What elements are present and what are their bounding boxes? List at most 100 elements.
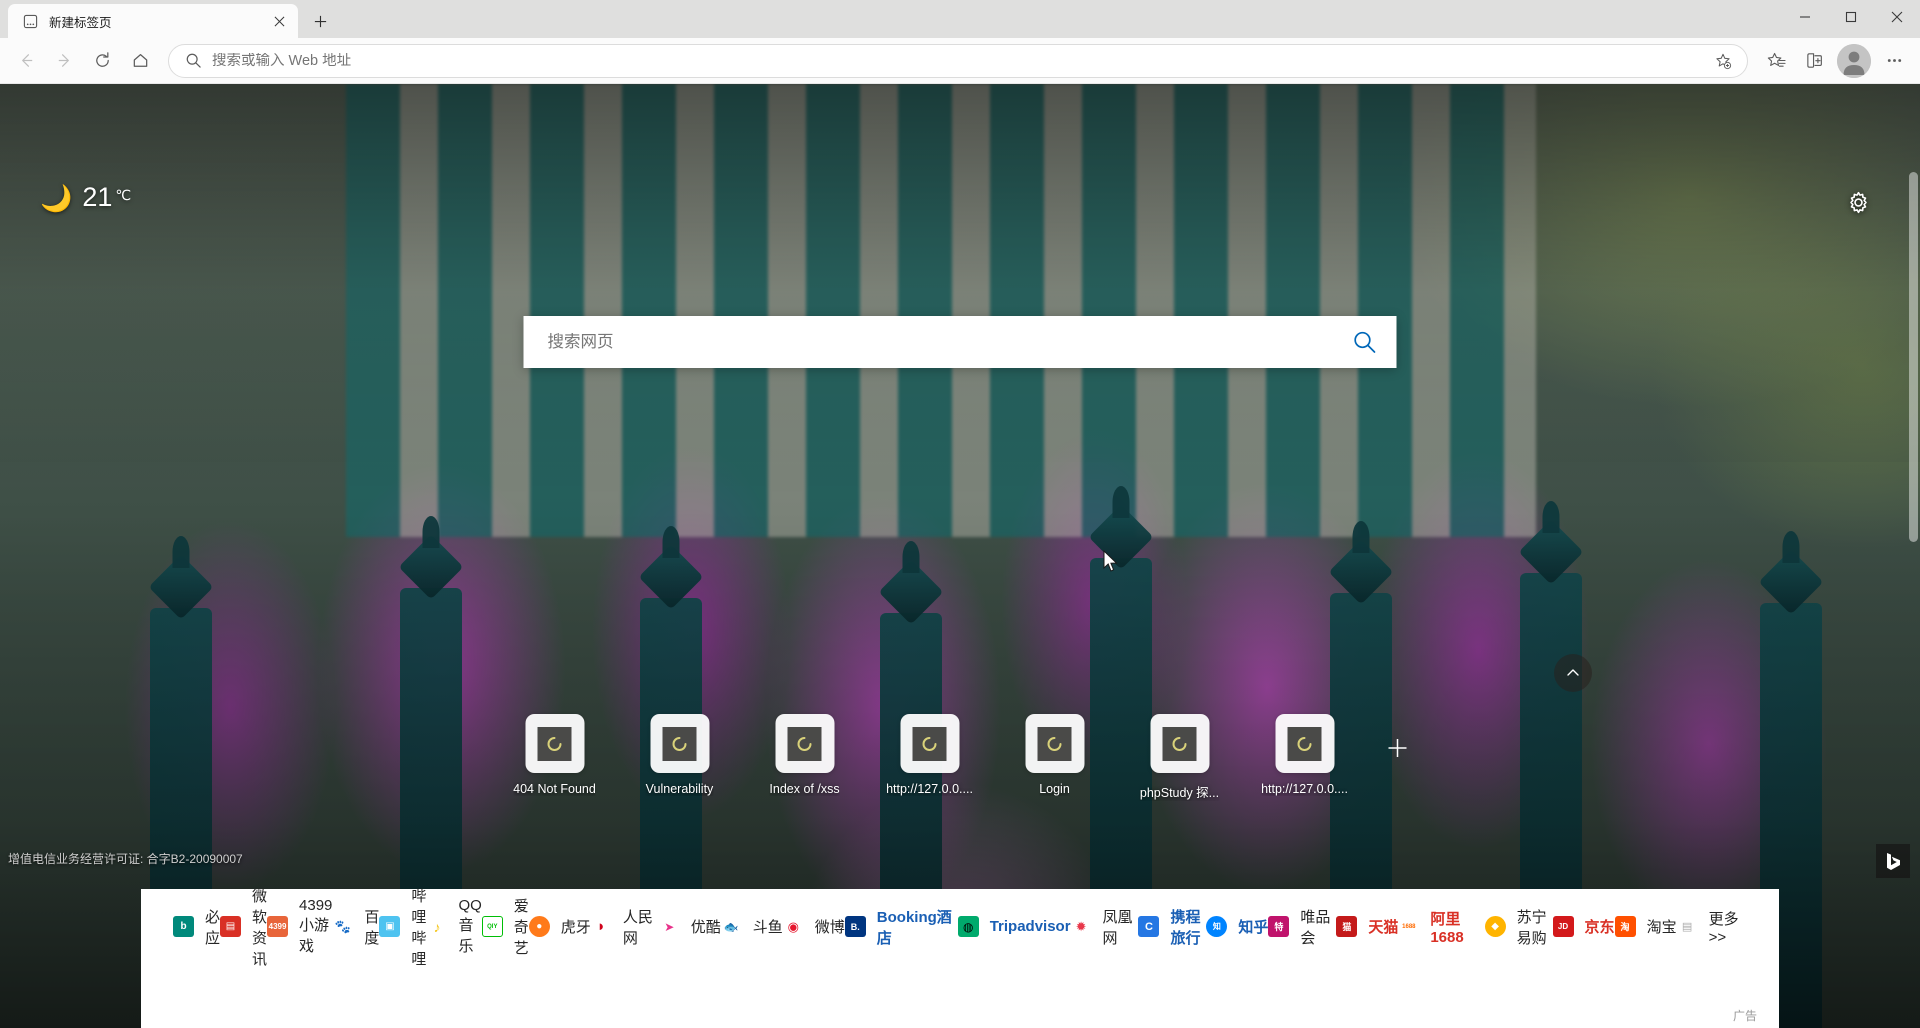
window-controls [1782,0,1920,34]
site-icon: b [173,916,194,937]
site-icon: 特 [1268,916,1290,937]
address-bar[interactable] [168,43,1748,79]
site-icon: 猫 [1336,916,1358,937]
refresh-icon[interactable] [84,43,120,79]
maximize-icon[interactable] [1828,0,1874,34]
shortcut-label: Login [1039,782,1070,796]
list-item[interactable]: ● 虎牙 [528,905,591,948]
site-icon: 🐟 [720,916,742,937]
search-icon [185,52,202,69]
list-item[interactable]: 1688 阿里1688 [1398,905,1484,948]
arrow-left-icon[interactable] [8,43,44,79]
list-item[interactable]: B. Booking酒店 [844,905,958,948]
shortcut-tiles: 404 Not Found Vulnerability Index of /xs… [503,714,1418,801]
list-item[interactable]: ◉ 微博 [782,905,845,948]
shortcut-label: http://127.0.0.... [886,782,973,796]
shortcut-label: phpStudy 探... [1139,786,1220,800]
list-item[interactable]: ♪ QQ音乐 [426,897,482,955]
star-plus-icon[interactable] [1705,43,1741,79]
list-item[interactable]: ✹ 凤凰网 [1070,905,1139,948]
list-item[interactable]: ▤ 微软资讯 [220,888,267,968]
new-tab-button[interactable] [304,6,336,36]
gear-icon[interactable] [1838,182,1878,222]
weather-temperature: 21 ℃ [82,182,132,212]
list-item[interactable]: ▤ 更多>> [1676,905,1747,948]
tile-icon-frame [1150,714,1209,773]
search-input[interactable] [547,332,1343,352]
site-icon: 知 [1206,916,1228,937]
site-icon: QIY [481,916,503,937]
site-icon: 1688 [1398,916,1420,937]
browser-title-bar: 新建标签页 [0,0,1920,38]
browser-tab[interactable]: 新建标签页 [8,4,298,38]
site-icon: ◗ [590,916,612,937]
shortcut-label: 404 Not Found [513,782,596,796]
crescent-moon-icon: 🌙 [40,182,73,213]
bing-logo-icon[interactable] [1876,844,1910,878]
shortcut-tile[interactable]: http://127.0.0.... [1253,714,1357,796]
list-item[interactable]: ◆ 苏宁易购 [1484,905,1553,948]
shortcut-tile[interactable]: Index of /xss [753,714,857,796]
close-icon[interactable] [1874,0,1920,34]
ellipsis-icon[interactable] [1876,43,1912,79]
shortcut-label: Index of /xss [769,782,840,796]
list-item[interactable]: 淘淘宝 [1614,905,1677,948]
list-item[interactable]: ◍ Tripadvisor [957,905,1071,948]
tile-icon-frame [1025,714,1084,773]
partner-links-panel: b 必应 ▤ 微软资讯 4399 4399小游戏 🐾 百度 ▣ 哔哩哔哩 ♪ QQ音乐 QI… [141,888,1779,1028]
shortcut-tile[interactable]: http://127.0.0.... [878,714,982,796]
web-search-box[interactable] [523,316,1397,368]
shortcut-tile[interactable]: Login [1003,714,1107,796]
shortcut-tile[interactable]: Vulnerability [628,714,732,796]
list-item[interactable]: 特唯品会 [1268,905,1336,948]
newtab-icon [22,13,39,30]
list-item[interactable]: JD 京东 [1552,905,1615,948]
list-item[interactable]: C 携程旅行 [1138,905,1206,948]
tile-icon-frame [775,714,834,773]
shortcut-tile[interactable]: phpStudy 探... [1128,714,1232,801]
list-item[interactable]: 🐟 斗鱼 [720,905,783,948]
new-tab-page: 🌙 21℃ 404 Not Found [0,84,1920,1028]
site-icon: 4399 [267,916,289,937]
site-favicon [787,726,822,761]
list-item[interactable]: 🐾 百度 [332,905,379,948]
site-icon: JD [1552,916,1574,937]
site-icon: ● [528,916,550,937]
search-icon[interactable] [1343,320,1387,364]
shortcut-tile[interactable]: 404 Not Found [503,714,607,796]
address-input[interactable] [212,52,1695,69]
tile-icon-frame [650,714,709,773]
list-item[interactable]: 猫天猫 [1336,905,1398,948]
list-item[interactable]: ◗ 人民网 [590,905,659,948]
list-item[interactable]: b 必应 [173,905,220,948]
icp-license-text: 增值电信业务经营许可证: 合字B2-20090007 [8,852,243,866]
site-icon: ◍ [957,916,979,937]
list-item[interactable]: 4399 4399小游戏 [267,897,332,955]
collections-icon[interactable] [1796,43,1832,79]
home-icon[interactable] [122,43,158,79]
site-icon: ♪ [426,916,448,937]
site-icon: ◉ [782,916,804,937]
tile-icon-frame [900,714,959,773]
site-icon: ➤ [658,916,680,937]
weather-widget[interactable]: 🌙 21 ℃ [40,182,131,213]
shortcut-label: Vulnerability [645,782,714,796]
close-icon[interactable] [268,10,290,32]
chevron-up-icon[interactable] [1554,654,1592,692]
site-favicon [912,726,947,761]
list-item[interactable]: QIY 爱奇艺 [481,898,529,957]
list-item[interactable]: ➤ 优酷 [658,905,721,948]
site-favicon [1287,726,1322,761]
arrow-right-icon[interactable] [46,43,82,79]
tile-icon-frame [1275,714,1334,773]
list-item[interactable]: ▣ 哔哩哔哩 [379,888,426,968]
site-favicon [662,726,697,761]
scrollbar-thumb[interactable] [1909,172,1918,542]
list-item[interactable]: 知知乎 [1206,905,1268,948]
site-icon: C [1138,916,1160,937]
background-fence [0,84,1920,1028]
add-shortcut-button[interactable] [1378,728,1418,768]
avatar[interactable] [1837,43,1871,78]
minimize-icon[interactable] [1782,0,1828,34]
favorites-icon[interactable] [1758,43,1794,79]
